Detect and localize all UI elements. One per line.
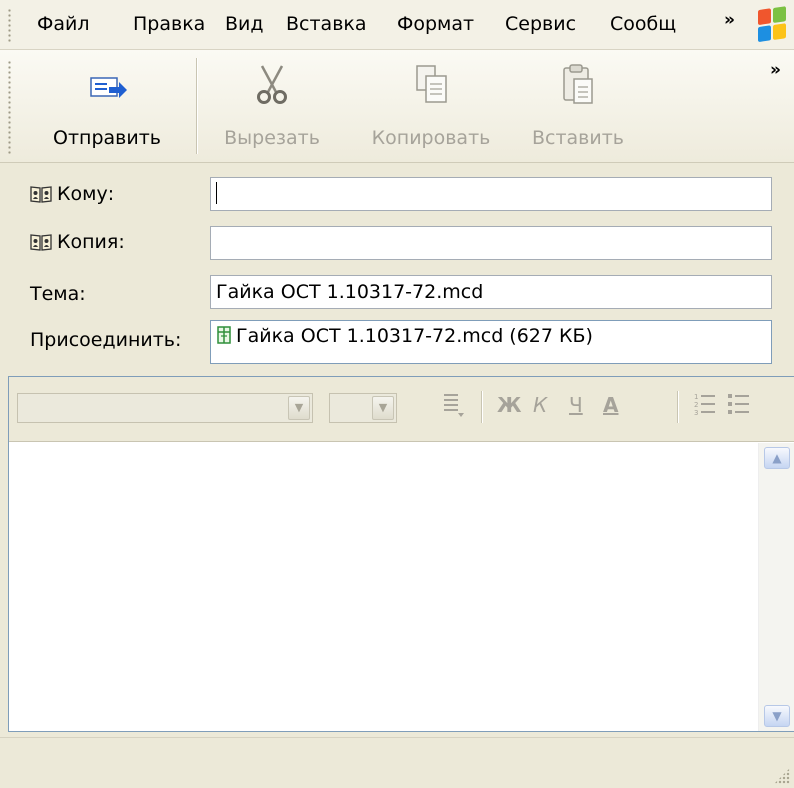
menu-file[interactable]: Файл: [37, 13, 90, 35]
svg-text:2: 2: [694, 401, 698, 409]
cut-icon: [250, 62, 294, 106]
menu-grip[interactable]: [8, 8, 11, 42]
subject-field[interactable]: Гайка ОСТ 1.10317-72.mcd: [210, 275, 772, 309]
font-color-button[interactable]: А: [603, 393, 618, 417]
send-icon: [85, 62, 129, 106]
attachment-item[interactable]: Гайка ОСТ 1.10317-72.mcd (627 КБ): [216, 325, 593, 347]
paste-label: Вставить: [531, 127, 624, 149]
numbered-list-icon[interactable]: 1 2 3: [693, 391, 717, 424]
menu-view[interactable]: Вид: [225, 13, 264, 35]
attachment-label: Гайка ОСТ 1.10317-72.mcd (627 КБ): [236, 325, 593, 347]
menu-insert[interactable]: Вставка: [286, 13, 367, 35]
to-field[interactable]: [210, 177, 772, 211]
subject-value: Гайка ОСТ 1.10317-72.mcd: [216, 281, 484, 303]
cc-label: Копия:: [57, 231, 125, 253]
resize-grip-icon[interactable]: [774, 768, 790, 784]
toolbar-grip[interactable]: [8, 60, 11, 154]
address-book-icon: [30, 233, 52, 251]
svg-text:3: 3: [694, 409, 698, 417]
compose-pane: ▼ ▼ Ж К Ч А 1 2 3 ▲ ▼: [8, 376, 794, 732]
format-separator: [677, 391, 678, 423]
send-button[interactable]: Отправить: [37, 62, 177, 149]
scroll-down-icon[interactable]: ▼: [764, 705, 790, 727]
cc-field[interactable]: [210, 226, 772, 260]
send-label: Отправить: [53, 127, 161, 149]
paste-icon: [556, 62, 600, 106]
menu-format[interactable]: Формат: [397, 13, 474, 35]
underline-button[interactable]: Ч: [569, 393, 583, 417]
subject-label: Тема:: [30, 283, 86, 305]
bold-button[interactable]: Ж: [497, 393, 521, 417]
copy-button[interactable]: Копировать: [366, 62, 496, 149]
vertical-scrollbar[interactable]: ▲ ▼: [758, 443, 794, 731]
format-separator: [481, 391, 482, 423]
cut-button[interactable]: Вырезать: [222, 62, 322, 149]
to-label-button[interactable]: Кому:: [30, 183, 114, 205]
menu-edit[interactable]: Правка: [133, 13, 205, 35]
chevron-down-icon[interactable]: ▼: [288, 396, 310, 420]
toolbar-separator: [196, 58, 197, 154]
scroll-up-icon[interactable]: ▲: [764, 447, 790, 469]
menu-message[interactable]: Сообщ: [610, 13, 676, 35]
menu-tools[interactable]: Сервис: [505, 13, 576, 35]
formatting-toolbar: ▼ ▼ Ж К Ч А 1 2 3: [9, 377, 794, 442]
font-size-combo[interactable]: ▼: [329, 393, 397, 423]
copy-icon: [409, 62, 453, 106]
paste-button[interactable]: Вставить: [528, 62, 628, 149]
cut-label: Вырезать: [224, 127, 320, 149]
status-bar: [0, 737, 794, 788]
justify-icon[interactable]: [441, 391, 465, 424]
attach-label: Присоединить:: [30, 329, 182, 351]
font-name-combo[interactable]: ▼: [17, 393, 313, 423]
compose-window: Файл Правка Вид Вставка Формат Сервис Со…: [0, 0, 794, 788]
svg-text:1: 1: [694, 393, 698, 401]
main-toolbar: Отправить Вырезать Копировать Вставить »: [0, 50, 794, 163]
message-body[interactable]: [13, 445, 753, 725]
address-book-icon: [30, 185, 52, 203]
menu-bar: Файл Правка Вид Вставка Формат Сервис Со…: [0, 0, 794, 50]
attach-field[interactable]: Гайка ОСТ 1.10317-72.mcd (627 КБ): [210, 320, 772, 364]
cc-label-button[interactable]: Копия:: [30, 231, 125, 253]
copy-label: Копировать: [371, 127, 491, 149]
toolbar-more-chevron[interactable]: »: [770, 60, 781, 80]
menu-more-chevron[interactable]: »: [724, 10, 735, 30]
windows-logo-icon: [758, 6, 788, 44]
to-label: Кому:: [57, 183, 115, 205]
chevron-down-icon[interactable]: ▼: [372, 396, 394, 420]
text-caret: [216, 182, 217, 204]
italic-button[interactable]: К: [533, 393, 547, 417]
attachment-icon: [216, 324, 232, 344]
bullet-list-icon[interactable]: [727, 391, 751, 424]
